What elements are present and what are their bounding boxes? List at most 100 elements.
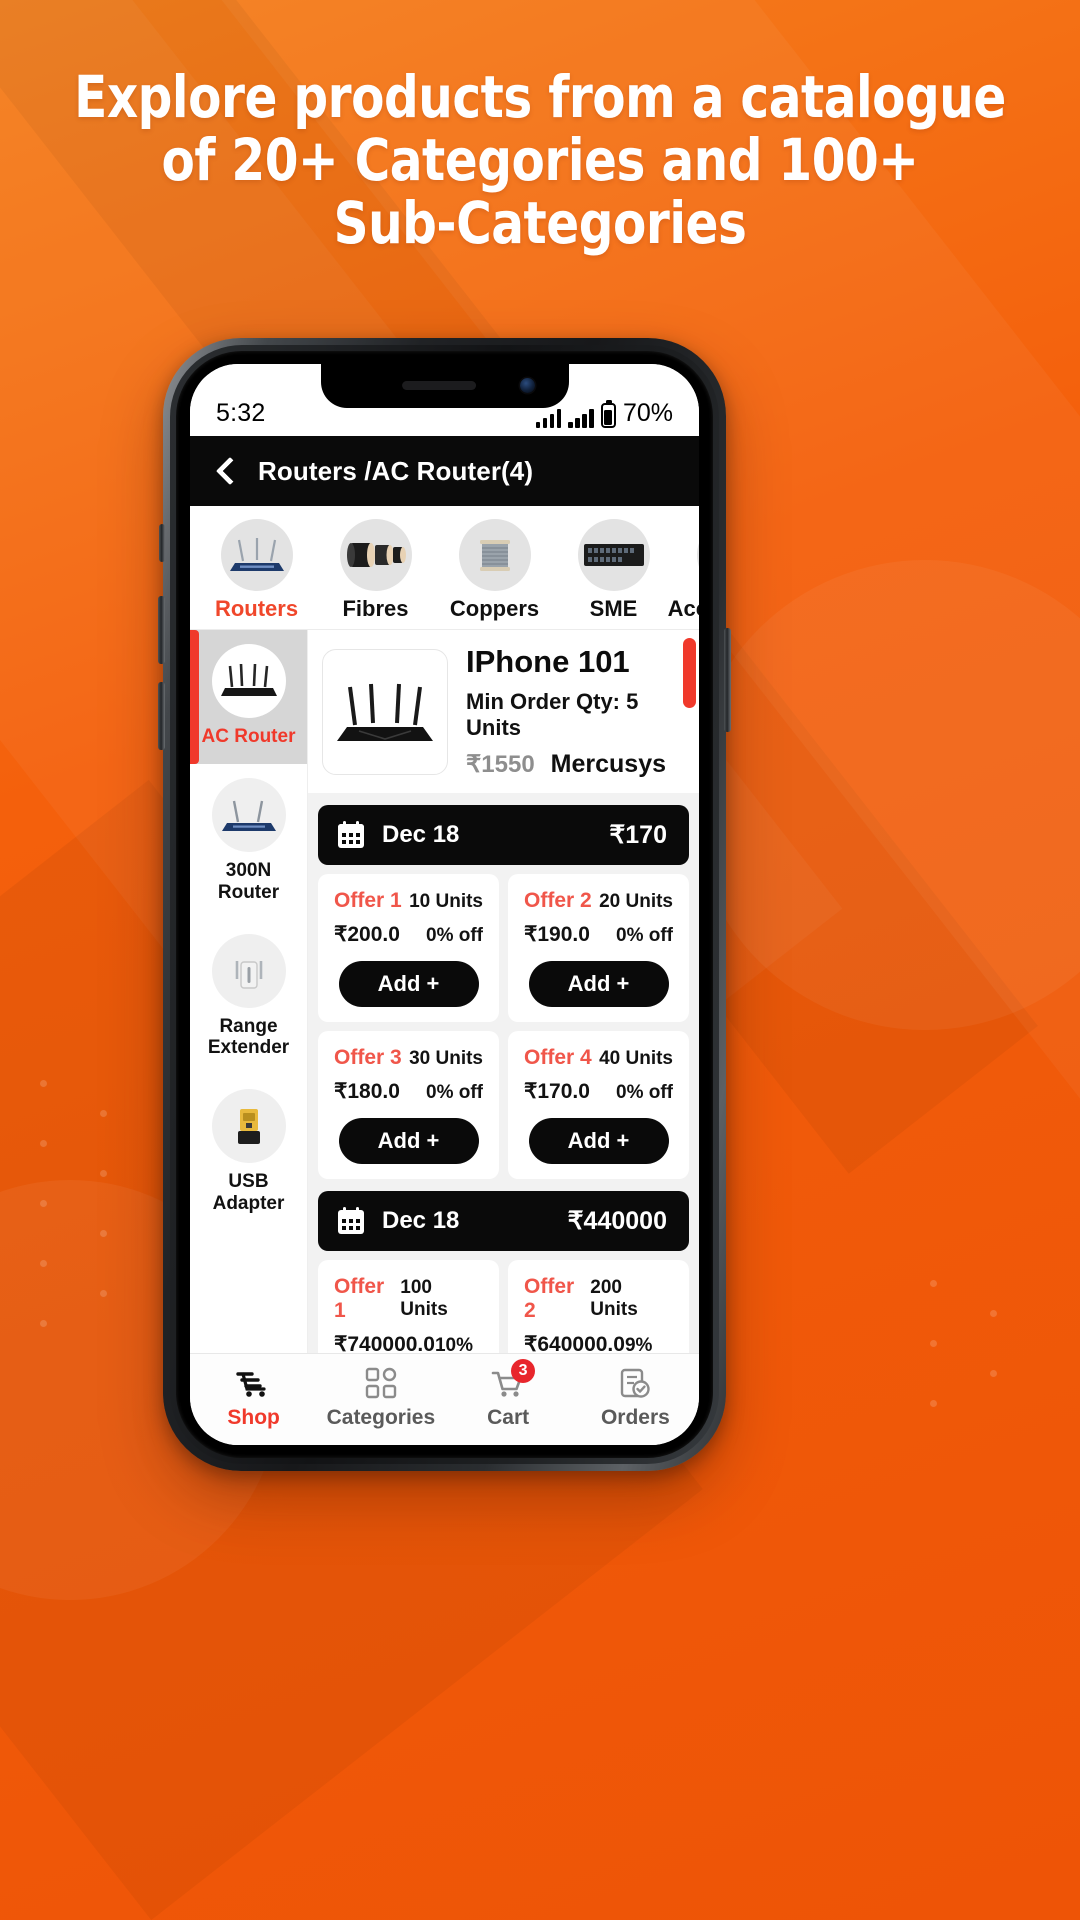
offer-card[interactable]: Offer 2200 Units ₹640000.09% off Add + [508, 1260, 689, 1353]
headline-line-2: of 20+ Categories and 100+ [161, 126, 919, 195]
offer-units: 30 Units [409, 1048, 483, 1069]
category-strip[interactable]: Routers Fibres Coppers SME Ac [190, 506, 699, 630]
calendar-icon [336, 820, 366, 850]
nav-item-categories[interactable]: Categories [317, 1363, 444, 1430]
nav-label: Categories [326, 1406, 436, 1429]
subcategory-sidebar[interactable]: AC Router 300N Router Range Extender USB… [190, 630, 308, 1353]
front-camera-icon [519, 378, 535, 393]
phone-notch [320, 364, 569, 408]
offer-units: 10 Units [409, 891, 483, 912]
nav-label: Orders [600, 1406, 670, 1429]
phone-mockup: 5:32 70% Routers /AC Router(4) Routers F… [158, 338, 731, 1471]
offer-discount: 9% off [624, 1335, 653, 1353]
back-chevron-icon[interactable] [212, 458, 238, 484]
offer-name: Offer 4 [524, 1046, 592, 1069]
category-item-fibres[interactable]: Fibres [317, 519, 434, 622]
offer-price: ₹740000.0 [334, 1333, 435, 1353]
promo-headline: Explore products from a catalogue of 20+… [38, 63, 1042, 256]
status-time: 5:32 [216, 399, 266, 427]
nav-label: Shop [227, 1406, 280, 1429]
ac-router-icon [211, 644, 286, 718]
sidebar-item-label: AC Router [201, 726, 296, 747]
sidebar-item-usb-adapter[interactable]: USB Adapter [190, 1075, 307, 1231]
category-item-routers[interactable]: Routers [198, 519, 315, 622]
router-thumb-icon [220, 519, 293, 591]
battery-percent: 70% [622, 399, 673, 427]
offer-group-date: Dec 18 [382, 1207, 460, 1234]
category-label: SME [589, 596, 638, 621]
offer-discount: 10% off [434, 1335, 473, 1353]
router-product-image [322, 648, 448, 775]
offer-card[interactable]: Offer 4 40 Units ₹170.0 0% off Add + [508, 1031, 689, 1179]
sidebar-item-label: Range Extender [207, 1015, 290, 1059]
calendar-icon [336, 1206, 366, 1236]
offer-units: 200 Units [590, 1277, 638, 1320]
category-item-coppers[interactable]: Coppers [436, 519, 553, 622]
app-header: Routers /AC Router(4) [190, 436, 699, 506]
nav-item-cart[interactable]: 3 Cart [445, 1359, 572, 1430]
300n-router-icon [211, 777, 286, 852]
signal-bars-icon [568, 408, 594, 428]
volume-up-button[interactable] [158, 596, 165, 664]
status-bar: 5:32 70% [190, 364, 699, 436]
offer-group: Dec 18 ₹440000 Offer 1 100 Units ₹740000.… [318, 1191, 689, 1353]
orders-icon [619, 1363, 651, 1399]
mute-switch[interactable] [159, 524, 165, 562]
volume-down-button[interactable] [158, 682, 165, 750]
nav-item-shop[interactable]: Shop [190, 1363, 317, 1430]
sidebar-item-ac-router[interactable]: AC Router [190, 630, 307, 764]
product-price-row: ₹1550 Mercusys [466, 750, 683, 779]
offer-group-header: Dec 18 ₹440000 [318, 1191, 689, 1251]
sidebar-item-range-extender[interactable]: Range Extender [190, 920, 307, 1076]
offer-group-total: ₹440000 [567, 1207, 667, 1235]
sidebar-item-label: USB Adapter [212, 1171, 285, 1215]
sidebar-item-300n-router[interactable]: 300N Router [190, 764, 307, 920]
offer-discount: 0% off [616, 925, 673, 946]
accessory-thumb-icon [696, 519, 699, 591]
category-item-sme[interactable]: SME [555, 519, 672, 622]
category-label: Routers [214, 596, 299, 621]
content-area: AC Router 300N Router Range Extender USB… [190, 630, 699, 1353]
offer-name: Offer 1 [334, 889, 402, 912]
product-card[interactable]: IPhone 101 Min Order Qty: 5 Units ₹1550 … [308, 630, 699, 793]
offer-card[interactable]: Offer 3 30 Units ₹180.0 0% off Add + [318, 1031, 499, 1179]
offer-card[interactable]: Offer 2 20 Units ₹190.0 0% off Add + [508, 874, 689, 1022]
add-button[interactable]: Add + [528, 961, 669, 1007]
range-extender-icon [211, 933, 286, 1008]
offer-price: ₹180.0 [334, 1080, 400, 1103]
wifi-icon [535, 408, 562, 428]
headline-line-1: Explore products from a catalogue [74, 63, 1006, 131]
power-button[interactable] [724, 628, 731, 732]
add-button[interactable]: Add + [528, 1118, 669, 1164]
offer-card[interactable]: Offer 1100 Units ₹740000.010% off Add + [318, 1260, 499, 1353]
scrollbar-thumb[interactable] [683, 638, 696, 708]
nav-label: Cart [487, 1406, 530, 1429]
grid-categories-icon [365, 1363, 397, 1399]
offer-discount: 0% off [426, 1082, 483, 1103]
category-label: Fibres [342, 596, 409, 621]
offer-group: Dec 18 ₹170 Offer 1 10 Units ₹200.0 0% off… [318, 805, 689, 1179]
category-label: Coppers [449, 596, 540, 621]
cart-icon: 3 [491, 1359, 536, 1399]
bottom-navigation: Shop Categories 3 Cart Orders [190, 1353, 699, 1445]
offer-units: 100 Units [400, 1277, 448, 1320]
offer-price: ₹200.0 [334, 923, 400, 946]
offers-scroll-area[interactable]: IPhone 101 Min Order Qty: 5 Units ₹1550 … [308, 630, 699, 1353]
offer-group-header: Dec 18 ₹170 [318, 805, 689, 865]
sidebar-item-label: 300N Router [217, 859, 280, 903]
offer-group-total: ₹170 [609, 821, 667, 849]
cart-badge: 3 [511, 1359, 536, 1383]
offer-name: Offer 3 [334, 1046, 402, 1069]
offer-units: 20 Units [599, 891, 673, 912]
add-button[interactable]: Add + [338, 961, 479, 1007]
battery-icon [600, 400, 616, 428]
offer-card[interactable]: Offer 1 10 Units ₹200.0 0% off Add + [318, 874, 499, 1022]
offer-group-date: Dec 18 [382, 821, 460, 848]
add-button[interactable]: Add + [338, 1118, 479, 1164]
phone-screen: 5:32 70% Routers /AC Router(4) Routers F… [190, 364, 699, 1445]
offer-name: Offer 2 [524, 1275, 575, 1322]
offer-price: ₹190.0 [524, 923, 590, 946]
category-item-accessories[interactable]: Accessories [668, 519, 699, 622]
offer-discount: 0% off [616, 1082, 673, 1103]
nav-item-orders[interactable]: Orders [572, 1363, 699, 1430]
